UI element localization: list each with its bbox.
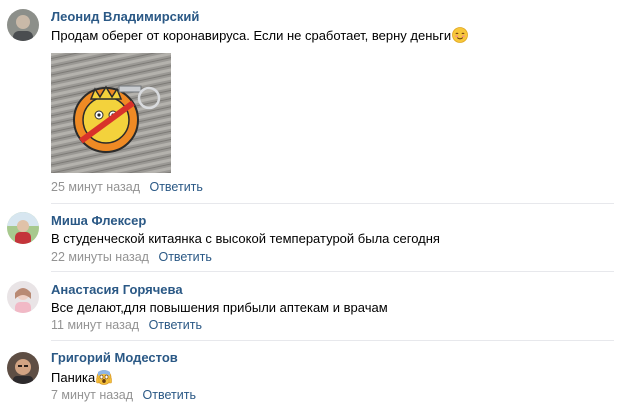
- smiling-face-icon: [452, 27, 469, 43]
- comment-text: Продам оберег от коронавируса. Если не с…: [51, 27, 469, 43]
- comment-item: Григорий Модестов Паника 7 минут назад О…: [0, 341, 639, 410]
- attached-photo[interactable]: [51, 53, 171, 173]
- comment-item: Леонид Владимирский Продам оберег от кор…: [0, 0, 639, 200]
- comment-timestamp[interactable]: 11 минут назад: [51, 318, 139, 332]
- comment-timestamp[interactable]: 22 минуты назад: [51, 250, 149, 264]
- comment-text: Паника: [51, 369, 113, 385]
- comment-author[interactable]: Анастасия Горячева: [51, 282, 183, 297]
- comment-meta: 7 минут назад Ответить: [51, 388, 196, 402]
- avatar[interactable]: [7, 281, 39, 313]
- comment-author[interactable]: Григорий Модестов: [51, 350, 178, 365]
- comment-author[interactable]: Миша Флексер: [51, 213, 146, 228]
- comment-text-content: Продам оберег от коронавируса. Если не с…: [51, 28, 452, 43]
- comment-item: Миша Флексер В студенческой китаянка с в…: [0, 204, 639, 272]
- comment-timestamp[interactable]: 25 минут назад: [51, 180, 140, 194]
- comment-meta: 22 минуты назад Ответить: [51, 250, 212, 264]
- comment-author[interactable]: Леонид Владимирский: [51, 9, 199, 24]
- comment-text: Все делают,для повышения прибыли аптекам…: [51, 300, 388, 315]
- comment-text-content: Паника: [51, 370, 96, 385]
- comment-item: Анастасия Горячева Все делают,для повыше…: [0, 272, 639, 340]
- reply-button[interactable]: Ответить: [149, 180, 202, 194]
- avatar[interactable]: [7, 9, 39, 41]
- comment-timestamp[interactable]: 7 минут назад: [51, 388, 133, 402]
- reply-button[interactable]: Ответить: [149, 318, 202, 332]
- reply-button[interactable]: Ответить: [143, 388, 196, 402]
- reply-button[interactable]: Ответить: [158, 250, 211, 264]
- comment-meta: 25 минут назад Ответить: [51, 180, 203, 194]
- comment-text: В студенческой китаянка с высокой темпер…: [51, 231, 440, 246]
- comment-meta: 11 минут назад Ответить: [51, 318, 202, 332]
- avatar[interactable]: [7, 212, 39, 244]
- avatar[interactable]: [7, 352, 39, 384]
- screaming-face-icon: [96, 370, 113, 385]
